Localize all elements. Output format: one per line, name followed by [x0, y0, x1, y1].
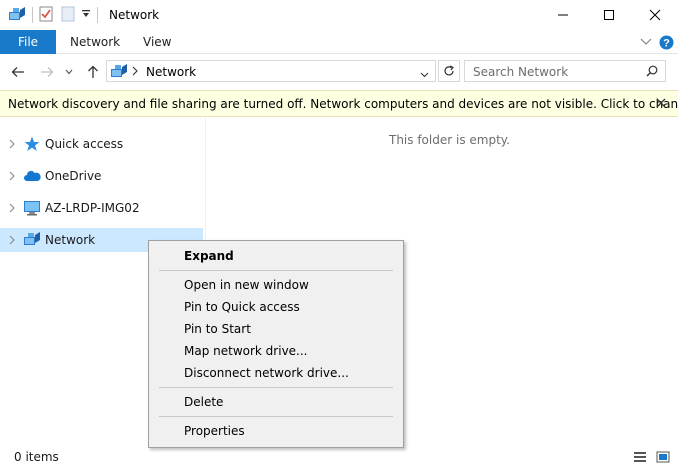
- menu-item-map-network-drive[interactable]: Map network drive...: [151, 340, 401, 362]
- nav-item-quick-access[interactable]: Quick access: [0, 132, 203, 156]
- tab-view[interactable]: View: [143, 30, 171, 54]
- search-box[interactable]: Search Network: [464, 60, 666, 82]
- chevron-right-icon: [9, 139, 15, 149]
- window-title: Network: [109, 8, 160, 22]
- cloud-icon: [23, 167, 41, 185]
- maximize-button[interactable]: [586, 0, 632, 30]
- minimize-icon: [558, 14, 568, 16]
- chevron-right-icon: [9, 235, 15, 245]
- new-folder-icon[interactable]: [61, 6, 75, 25]
- minimize-button[interactable]: [540, 0, 586, 30]
- breadcrumb-chevron-icon[interactable]: [132, 65, 138, 79]
- nav-item-onedrive[interactable]: OneDrive: [0, 164, 203, 188]
- title-bar: Network: [0, 0, 678, 30]
- infobar-message[interactable]: Network discovery and file sharing are t…: [8, 97, 678, 111]
- quick-access-toolbar: [8, 6, 104, 24]
- item-count: 0 items: [14, 450, 59, 464]
- menu-item-open-new-window[interactable]: Open in new window: [151, 274, 401, 296]
- network-app-icon[interactable]: [8, 6, 26, 25]
- menu-item-label: Delete: [184, 395, 224, 409]
- recent-locations-button[interactable]: [63, 63, 75, 81]
- menu-item-label: Pin to Quick access: [184, 300, 300, 314]
- svg-text:?: ?: [663, 37, 670, 49]
- chevron-right-icon: [9, 203, 15, 213]
- menu-item-label: Pin to Start: [184, 322, 251, 336]
- menu-item-label: Map network drive...: [184, 344, 308, 358]
- status-bar: 0 items: [0, 446, 678, 469]
- nav-item-label: OneDrive: [45, 169, 102, 183]
- tab-network[interactable]: Network: [70, 30, 120, 54]
- menu-item-pin-start[interactable]: Pin to Start: [151, 318, 401, 340]
- properties-icon[interactable]: [39, 6, 53, 25]
- menu-item-label: Expand: [184, 249, 234, 263]
- arrow-up-icon: [88, 65, 98, 78]
- close-icon: [656, 98, 666, 108]
- menu-item-pin-quick-access[interactable]: Pin to Quick access: [151, 296, 401, 318]
- menu-item-label: Properties: [184, 424, 245, 438]
- refresh-button[interactable]: [438, 60, 460, 82]
- menu-item-label: Disconnect network drive...: [184, 366, 349, 380]
- nav-item-label: AZ-LRDP-IMG02: [45, 201, 140, 215]
- search-input[interactable]: Search Network: [473, 65, 568, 79]
- expand-ribbon-button[interactable]: [638, 34, 654, 50]
- menu-item-disconnect-network-drive[interactable]: Disconnect network drive...: [151, 362, 401, 384]
- nav-item-label: Network: [45, 233, 96, 247]
- chevron-down-icon: [640, 38, 652, 45]
- menu-separator: [159, 387, 393, 388]
- ribbon-tabs: File Network View ?: [0, 30, 678, 54]
- tab-file[interactable]: File: [0, 30, 56, 54]
- address-dropdown-icon[interactable]: [420, 67, 429, 81]
- star-icon: [23, 135, 41, 153]
- close-icon: [649, 9, 661, 21]
- help-icon: ?: [659, 35, 673, 49]
- network-icon: [23, 231, 41, 249]
- toolbar-separator: [32, 7, 33, 23]
- context-menu: Expand Open in new window Pin to Quick a…: [148, 240, 404, 448]
- customize-toolbar-icon[interactable]: [81, 8, 91, 22]
- menu-item-properties[interactable]: Properties: [151, 420, 401, 442]
- menu-separator: [159, 416, 393, 417]
- help-button[interactable]: ?: [658, 34, 674, 50]
- network-icon: [110, 63, 128, 82]
- large-icons-view-button[interactable]: [656, 450, 670, 464]
- search-icon[interactable]: [646, 65, 658, 80]
- menu-item-expand[interactable]: Expand: [151, 245, 401, 267]
- large-icons-view-icon: [656, 451, 670, 463]
- menu-item-delete[interactable]: Delete: [151, 391, 401, 413]
- chevron-down-icon: [65, 69, 73, 75]
- arrow-left-icon: [11, 67, 24, 77]
- address-bar[interactable]: Network: [106, 60, 436, 82]
- arrow-right-icon: [41, 67, 54, 77]
- forward-button[interactable]: [38, 63, 56, 81]
- refresh-icon: [444, 65, 454, 76]
- back-button[interactable]: [9, 63, 27, 81]
- infobar-close-button[interactable]: [654, 96, 668, 110]
- close-button[interactable]: [632, 0, 678, 30]
- network-discovery-infobar[interactable]: Network discovery and file sharing are t…: [0, 90, 678, 117]
- menu-separator: [159, 270, 393, 271]
- breadcrumb-network[interactable]: Network: [146, 65, 196, 79]
- computer-icon: [23, 199, 41, 217]
- empty-folder-message: This folder is empty.: [389, 133, 510, 147]
- file-explorer-window: Network File Network View ? Network Sear…: [0, 0, 678, 469]
- chevron-right-icon: [9, 171, 15, 181]
- maximize-icon: [604, 10, 614, 20]
- details-view-button[interactable]: [633, 450, 647, 464]
- up-button[interactable]: [84, 63, 102, 81]
- nav-item-label: Quick access: [45, 137, 124, 151]
- nav-item-this-pc[interactable]: AZ-LRDP-IMG02: [0, 196, 203, 220]
- toolbar-separator: [97, 7, 98, 23]
- details-view-icon: [634, 452, 646, 462]
- menu-item-label: Open in new window: [184, 278, 309, 292]
